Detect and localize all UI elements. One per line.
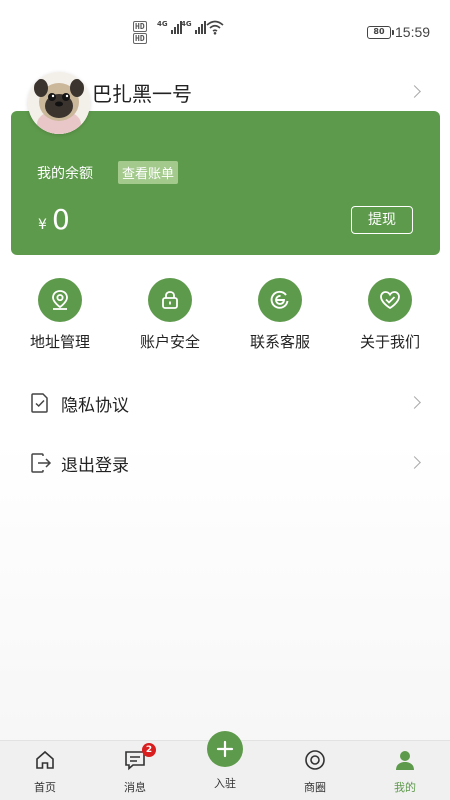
tab-mine[interactable]: 我的 [360, 741, 450, 800]
chevron-right-icon [408, 396, 421, 409]
tab-business-circle[interactable]: 商圈 [270, 741, 360, 800]
currency-symbol: ¥ [38, 217, 47, 233]
avatar[interactable] [28, 72, 90, 134]
pug-avatar-icon [28, 72, 90, 134]
target-icon [305, 750, 325, 770]
document-check-icon [31, 393, 48, 413]
logout-icon [31, 453, 52, 473]
action-label: 联系客服 [249, 333, 310, 351]
signal-icon: 4G [157, 20, 182, 34]
chevron-right-icon [408, 456, 421, 469]
username[interactable]: 巴扎黑一号 [92, 78, 192, 107]
signal-icon: 4G [181, 20, 206, 34]
logout-item[interactable]: 退出登录 [0, 438, 450, 488]
action-label: 地址管理 [29, 333, 90, 351]
action-label: 关于我们 [359, 333, 420, 351]
clock: 15:59 [395, 24, 431, 40]
tab-label: 首页 [34, 781, 56, 794]
balance-card: 我的余额 查看账单 ¥ 0 提现 [11, 111, 440, 255]
balance-amount: 0 [52, 203, 70, 236]
account-security-button[interactable]: 账户安全 [125, 278, 215, 352]
about-us-button[interactable]: 关于我们 [345, 278, 435, 352]
menu-item-label: 退出登录 [61, 456, 129, 476]
privacy-agreement-item[interactable]: 隐私协议 [0, 378, 450, 428]
tab-messages[interactable]: 2 消息 [90, 741, 180, 800]
contact-service-button[interactable]: 联系客服 [235, 278, 325, 352]
join-plus-button[interactable] [207, 731, 243, 767]
address-management-button[interactable]: 地址管理 [15, 278, 105, 352]
unread-badge: 2 [142, 743, 156, 757]
lock-icon [148, 278, 192, 322]
sim1-indicator: HD [133, 21, 147, 32]
tab-label: 我的 [394, 781, 416, 794]
tab-label: 消息 [124, 781, 146, 794]
tab-label: 商圈 [304, 781, 326, 794]
home-icon [36, 750, 54, 769]
view-bill-button[interactable]: 查看账单 [118, 161, 179, 184]
tab-home[interactable]: 首页 [0, 741, 90, 800]
menu-item-label: 隐私协议 [61, 396, 129, 416]
balance-label: 我的余额 [37, 166, 93, 182]
action-label: 账户安全 [139, 333, 200, 351]
withdraw-button[interactable]: 提现 [351, 206, 413, 234]
sim2-indicator: HD [133, 33, 147, 44]
person-icon [396, 751, 414, 770]
battery-icon: 80 [367, 26, 394, 39]
location-icon [38, 278, 82, 322]
heart-check-icon [368, 278, 412, 322]
wifi-icon [206, 20, 224, 35]
status-bar: HD HD 4G 4G 80 15:59 [0, 0, 450, 64]
tab-label: 入驻 [214, 777, 236, 790]
service-icon [258, 278, 302, 322]
profile-chevron-right-icon[interactable] [408, 85, 421, 98]
plus-icon [216, 740, 234, 758]
